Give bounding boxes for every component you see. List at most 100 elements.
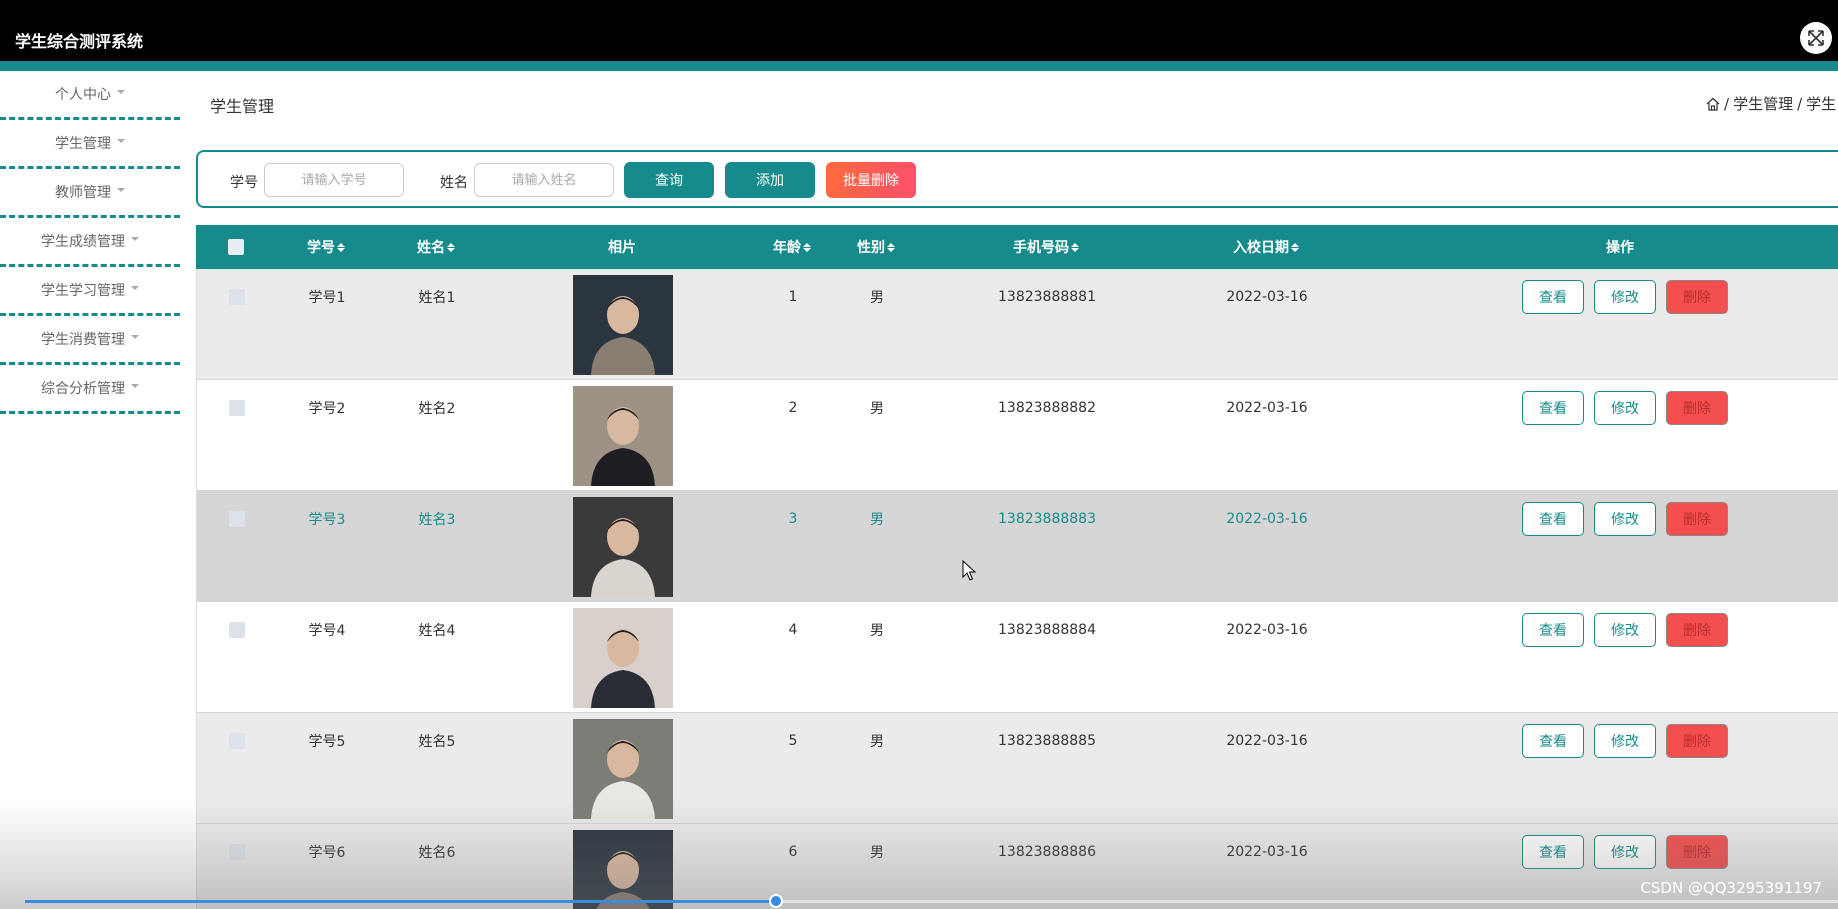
student-name-label: 姓名	[440, 175, 468, 191]
sort-icon[interactable]	[1071, 242, 1079, 252]
cell-student-id: 学号4	[308, 623, 346, 639]
header-gender[interactable]: 性别	[826, 225, 926, 269]
row-checkbox[interactable]	[229, 400, 245, 416]
row-checkbox[interactable]	[229, 844, 245, 860]
sidebar-item-label: 综合分析管理	[41, 381, 125, 397]
delete-button[interactable]: 删除	[1666, 391, 1728, 425]
view-button[interactable]: 查看	[1522, 613, 1584, 647]
cell-phone: 13823888885	[998, 733, 1096, 749]
sidebar-item-label: 教师管理	[55, 185, 111, 201]
view-button[interactable]: 查看	[1522, 502, 1584, 536]
view-button[interactable]: 查看	[1522, 391, 1584, 425]
header-actions: 操作	[1606, 240, 1634, 256]
row-checkbox[interactable]	[229, 511, 245, 527]
cell-student-id: 学号1	[308, 290, 346, 306]
page-title: 学生管理	[210, 97, 275, 116]
sidebar-item-label: 学生成绩管理	[41, 234, 125, 250]
row-checkbox[interactable]	[229, 733, 245, 749]
student-photo[interactable]	[573, 275, 673, 375]
student-id-label: 学号	[230, 175, 258, 191]
sort-icon[interactable]	[337, 242, 345, 252]
batch-delete-button[interactable]: 批量删除	[826, 162, 916, 198]
edit-button[interactable]: 修改	[1594, 613, 1656, 647]
sidebar-item-score-management[interactable]: 学生成绩管理	[0, 218, 180, 267]
fullscreen-button[interactable]	[1800, 22, 1832, 54]
sort-icon[interactable]	[1291, 242, 1299, 252]
cell-name: 姓名2	[418, 401, 456, 417]
view-button[interactable]: 查看	[1522, 280, 1584, 314]
cell-gender: 男	[870, 623, 884, 639]
video-progress-fill	[25, 900, 776, 903]
fullscreen-icon	[1808, 30, 1824, 46]
view-button[interactable]: 查看	[1522, 835, 1584, 869]
sidebar-item-label: 学生管理	[55, 136, 111, 152]
student-photo[interactable]	[573, 719, 673, 819]
delete-button[interactable]: 删除	[1666, 724, 1728, 758]
cell-student-id: 学号2	[308, 401, 346, 417]
cell-enroll-date: 2022-03-16	[1226, 400, 1308, 416]
sidebar-item-label: 学生消费管理	[41, 332, 125, 348]
student-photo[interactable]	[573, 497, 673, 597]
table-header: 学号 姓名 相片 年龄 性别 手机号码 入校日期 操作	[196, 225, 1838, 269]
header-accent-strip	[0, 61, 1838, 71]
edit-button[interactable]: 修改	[1594, 280, 1656, 314]
table-row[interactable]: 学号4 姓名4 4 男 13823888884 2022-03-16 查看 修改 删除	[196, 602, 1838, 713]
edit-button[interactable]: 修改	[1594, 835, 1656, 869]
add-button[interactable]: 添加	[725, 162, 815, 198]
row-checkbox[interactable]	[229, 289, 245, 305]
caret-down-icon	[117, 90, 125, 94]
student-photo[interactable]	[573, 830, 673, 909]
delete-button[interactable]: 删除	[1666, 613, 1728, 647]
table-body: 学号1 姓名1 1 男 13823888881 2022-03-16 查看 修改 删除学号2 姓名…	[196, 269, 1838, 909]
breadcrumb: / 学生管理 / 学生	[1706, 93, 1836, 114]
table-row[interactable]: 学号6 姓名6 6 男 13823888886 2022-03-16 查看 修改 删除	[196, 824, 1838, 909]
caret-down-icon	[131, 384, 139, 388]
edit-button[interactable]: 修改	[1594, 724, 1656, 758]
student-photo[interactable]	[573, 386, 673, 486]
delete-button[interactable]: 删除	[1666, 502, 1728, 536]
home-icon[interactable]	[1706, 97, 1720, 111]
table-row[interactable]: 学号1 姓名1 1 男 13823888881 2022-03-16 查看 修改 删除	[196, 269, 1838, 380]
sidebar-item-personal-center[interactable]: 个人中心	[0, 71, 180, 120]
sidebar-item-label: 学生学习管理	[41, 283, 125, 299]
video-progress-handle[interactable]	[769, 894, 783, 908]
sidebar-item-consumption-management[interactable]: 学生消费管理	[0, 316, 180, 365]
header-enroll-date[interactable]: 入校日期	[1196, 225, 1336, 269]
sort-icon[interactable]	[887, 242, 895, 252]
delete-button[interactable]: 删除	[1666, 280, 1728, 314]
table-row[interactable]: 学号2 姓名2 2 男 13823888882 2022-03-16 查看 修改 删除	[196, 380, 1838, 491]
header-name[interactable]: 姓名	[386, 225, 486, 269]
cell-gender: 男	[870, 512, 884, 528]
edit-button[interactable]: 修改	[1594, 391, 1656, 425]
sidebar-item-teacher-management[interactable]: 教师管理	[0, 169, 180, 218]
cell-student-id: 学号5	[308, 734, 346, 750]
sidebar-item-study-management[interactable]: 学生学习管理	[0, 267, 180, 316]
table-row[interactable]: 学号5 姓名5 5 男 13823888885 2022-03-16 查看 修改 删除	[196, 713, 1838, 824]
breadcrumb-item-student-management[interactable]: 学生管理	[1733, 93, 1793, 114]
header-student-id[interactable]: 学号	[276, 225, 376, 269]
header-phone[interactable]: 手机号码	[976, 225, 1116, 269]
table-row[interactable]: 学号3 姓名3 3 男 13823888883 2022-03-16 查看 修改 删除	[196, 491, 1838, 602]
sidebar-item-student-management[interactable]: 学生管理	[0, 120, 180, 169]
student-id-input[interactable]	[264, 163, 404, 197]
query-button[interactable]: 查询	[624, 162, 714, 198]
student-photo[interactable]	[573, 608, 673, 708]
delete-button[interactable]: 删除	[1666, 835, 1728, 869]
student-name-input[interactable]	[474, 163, 614, 197]
row-checkbox[interactable]	[229, 622, 245, 638]
cell-phone: 13823888886	[998, 844, 1096, 860]
sort-icon[interactable]	[447, 242, 455, 252]
cell-name: 姓名6	[418, 845, 456, 861]
edit-button[interactable]: 修改	[1594, 502, 1656, 536]
sidebar-item-analysis-management[interactable]: 综合分析管理	[0, 365, 180, 414]
breadcrumb-item-current: 学生	[1806, 95, 1837, 113]
caret-down-icon	[131, 286, 139, 290]
cell-student-id: 学号3	[308, 512, 346, 528]
breadcrumb-separator: /	[1724, 94, 1730, 113]
select-all-checkbox[interactable]	[228, 239, 244, 255]
cell-gender: 男	[870, 290, 884, 306]
cell-name: 姓名5	[418, 734, 456, 750]
view-button[interactable]: 查看	[1522, 724, 1584, 758]
search-form: 学号 姓名 查询 添加 批量删除	[196, 150, 1838, 208]
sort-icon[interactable]	[803, 242, 811, 252]
